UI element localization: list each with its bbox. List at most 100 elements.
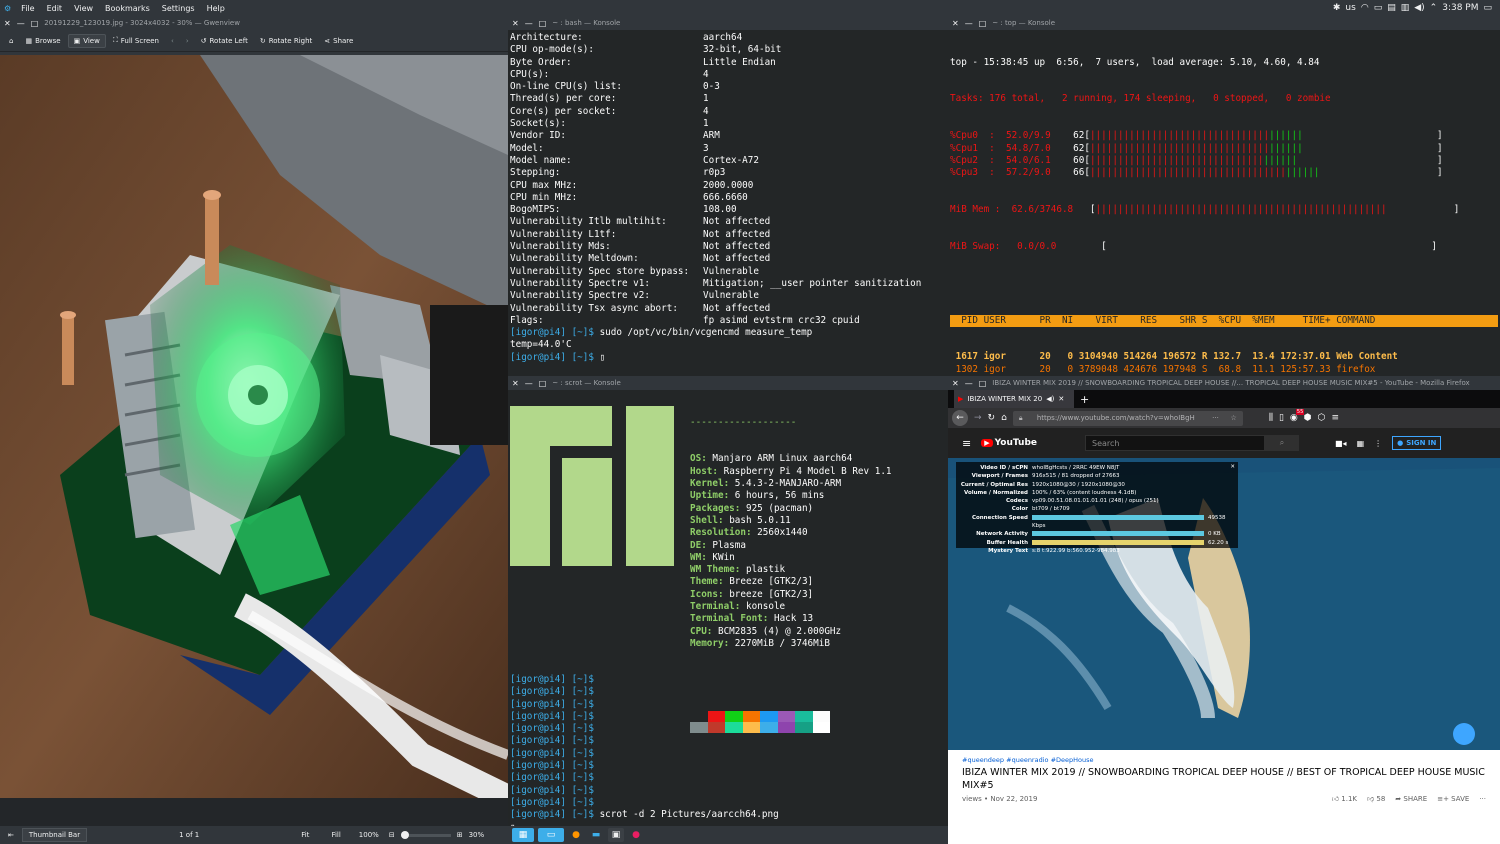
- back-button[interactable]: ←: [952, 410, 968, 426]
- sign-in-button[interactable]: ● SIGN IN: [1392, 436, 1442, 450]
- maximize-icon[interactable]: □: [539, 379, 547, 388]
- previous-button[interactable]: ‹: [166, 35, 179, 47]
- process-row[interactable]: 1302 igor 20 0 3789048 424676 197948 S 6…: [950, 364, 1498, 376]
- prompt-line: [igor@pi4] [~]$: [510, 797, 779, 809]
- bluetooth-icon[interactable]: ✱: [1333, 3, 1341, 13]
- disk-icon[interactable]: ▭: [1374, 3, 1383, 13]
- create-video-icon[interactable]: ■◂: [1335, 439, 1347, 448]
- zoom-out-icon[interactable]: ⊟: [389, 831, 395, 839]
- notes-icon[interactable]: ▥: [1401, 3, 1410, 13]
- stats-key: Buffer Health: [986, 539, 1028, 546]
- close-icon[interactable]: ✕: [952, 379, 959, 388]
- fullscreen-button[interactable]: ⛶ Full Screen: [108, 34, 164, 47]
- youtube-logo[interactable]: ▶ YouTube: [981, 438, 1037, 448]
- terminal-output[interactable]: Architecture: aarch64 CPU op-mode(s): 32-bi…: [508, 30, 948, 376]
- extension-icon[interactable]: ◉ 55: [1290, 409, 1305, 423]
- fit-button[interactable]: Fit: [301, 831, 309, 839]
- volume-icon[interactable]: ◀): [1414, 3, 1424, 13]
- show-desktop-icon[interactable]: ▭: [1483, 3, 1492, 13]
- menu-edit[interactable]: Edit: [41, 4, 69, 13]
- clock[interactable]: 3:38 PM: [1442, 3, 1478, 13]
- bookmark-star-icon[interactable]: ☆: [1231, 414, 1237, 422]
- close-icon[interactable]: ✕: [512, 379, 519, 388]
- maximize-icon[interactable]: □: [979, 19, 987, 28]
- youtube-search-input[interactable]: Search: [1085, 435, 1265, 451]
- expand-tray-icon[interactable]: ⌃: [1430, 3, 1438, 13]
- view-button[interactable]: ▣ View: [67, 33, 106, 48]
- keyboard-layout[interactable]: us: [1345, 3, 1355, 13]
- extension2-icon[interactable]: ⬢: [1304, 413, 1312, 423]
- rotate-right-button[interactable]: ↻ Rotate Right: [255, 35, 317, 47]
- sidebar-toggle-icon[interactable]: ⇤: [0, 831, 22, 839]
- zoom-slider-handle[interactable]: [400, 830, 409, 839]
- new-tab-button[interactable]: +: [1080, 393, 1089, 406]
- app-icon[interactable]: ●: [628, 828, 644, 842]
- active-prompt[interactable]: [igor@pi4] [~]$ ▯: [510, 352, 946, 364]
- menu-settings[interactable]: Settings: [156, 4, 201, 13]
- minimize-icon[interactable]: —: [525, 379, 533, 388]
- minimize-icon[interactable]: —: [525, 19, 533, 28]
- minimize-icon[interactable]: —: [17, 19, 25, 28]
- stats-close-icon[interactable]: ✕: [1230, 463, 1235, 471]
- fill-button[interactable]: Fill: [331, 831, 340, 839]
- share-button[interactable]: ➦ SHARE: [1395, 795, 1427, 803]
- clipboard-icon[interactable]: ▤: [1387, 3, 1396, 13]
- maximize-icon[interactable]: □: [539, 19, 547, 28]
- menu-view[interactable]: View: [68, 4, 99, 13]
- file-manager-icon[interactable]: ▬: [588, 828, 604, 842]
- minimize-icon[interactable]: —: [965, 19, 973, 28]
- window-list-icon[interactable]: ▭: [538, 828, 564, 842]
- thumbnail-bar-button[interactable]: Thumbnail Bar: [21, 828, 88, 842]
- browse-button[interactable]: ▦ Browse: [20, 35, 65, 47]
- top-output[interactable]: top - 15:38:45 up 6:56, 7 users, load av…: [948, 30, 1500, 376]
- tab-audio-icon[interactable]: ◀): [1046, 395, 1054, 403]
- network-icon[interactable]: ◠: [1361, 3, 1369, 13]
- like-button[interactable]: 👍︎ 1.1K: [1332, 794, 1357, 803]
- home-button[interactable]: ⌂: [4, 35, 18, 47]
- apps-icon[interactable]: ▦: [1357, 439, 1365, 448]
- save-button[interactable]: ≡+ SAVE: [1437, 795, 1469, 803]
- menu-help[interactable]: Help: [201, 4, 231, 13]
- maximize-icon[interactable]: □: [31, 19, 39, 28]
- hashtags[interactable]: #queendeep #queenradio #DeepHouse: [962, 750, 1486, 764]
- settings-dots-icon[interactable]: ⋮: [1374, 439, 1382, 448]
- dislike-button[interactable]: 👎︎ 58: [1367, 794, 1385, 803]
- minimize-icon[interactable]: —: [965, 379, 973, 388]
- cpu-pct: 60: [1050, 154, 1085, 166]
- app-launcher-icon[interactable]: ⚙: [0, 4, 15, 13]
- firefox-icon[interactable]: ●: [568, 828, 584, 842]
- menu-file[interactable]: File: [15, 4, 40, 13]
- sidebar-icon[interactable]: ▯: [1279, 413, 1284, 423]
- photo-view[interactable]: [0, 55, 508, 798]
- menu-icon[interactable]: ≡: [1331, 413, 1339, 423]
- close-icon[interactable]: ✕: [4, 19, 11, 28]
- hamburger-icon[interactable]: ≡: [962, 437, 971, 450]
- forward-button[interactable]: →: [974, 413, 982, 423]
- close-icon[interactable]: ✕: [952, 19, 959, 28]
- neofetch-output[interactable]: ------------------- OS: Manjaro ARM Linu…: [508, 390, 948, 826]
- extension3-icon[interactable]: ⬡: [1318, 413, 1326, 423]
- search-icon[interactable]: ⌕: [1265, 435, 1299, 451]
- url-bar[interactable]: 🔒︎ https://www.youtube.com/watch?v=whoIB…: [1012, 410, 1243, 426]
- share-button[interactable]: ⋖ Share: [319, 35, 358, 47]
- zoom-in-icon[interactable]: ⊞: [457, 831, 463, 839]
- maximize-icon[interactable]: □: [979, 379, 987, 388]
- menu-bookmarks[interactable]: Bookmarks: [99, 4, 156, 13]
- next-button[interactable]: ›: [181, 35, 194, 47]
- zoom-level[interactable]: 30%: [469, 831, 485, 839]
- home-button[interactable]: ⌂: [1001, 413, 1007, 423]
- tab-youtube[interactable]: ▶ IBIZA WINTER MIX 20 ◀) ✕: [954, 390, 1074, 408]
- zoom-slider[interactable]: [400, 830, 451, 839]
- reload-button[interactable]: ↻: [988, 413, 996, 423]
- tab-close-icon[interactable]: ✕: [1058, 395, 1064, 403]
- zoom-100-button[interactable]: 100%: [359, 831, 379, 839]
- terminal-icon[interactable]: ▣: [608, 828, 624, 842]
- process-row[interactable]: 1617 igor 20 0 3104940 514264 196572 R 1…: [950, 351, 1498, 363]
- more-icon[interactable]: ···: [1479, 795, 1486, 803]
- rotate-left-button[interactable]: ↺ Rotate Left: [196, 35, 253, 47]
- close-icon[interactable]: ✕: [512, 19, 519, 28]
- page-actions-icon[interactable]: ···: [1212, 414, 1219, 422]
- video-player[interactable]: ✕ Video ID / sCPN whoIBgHcsts / 2RRC 49EW…: [948, 458, 1500, 750]
- library-icon[interactable]: ⫼: [1269, 413, 1273, 423]
- desktop-pager-icon[interactable]: ▦: [512, 828, 534, 842]
